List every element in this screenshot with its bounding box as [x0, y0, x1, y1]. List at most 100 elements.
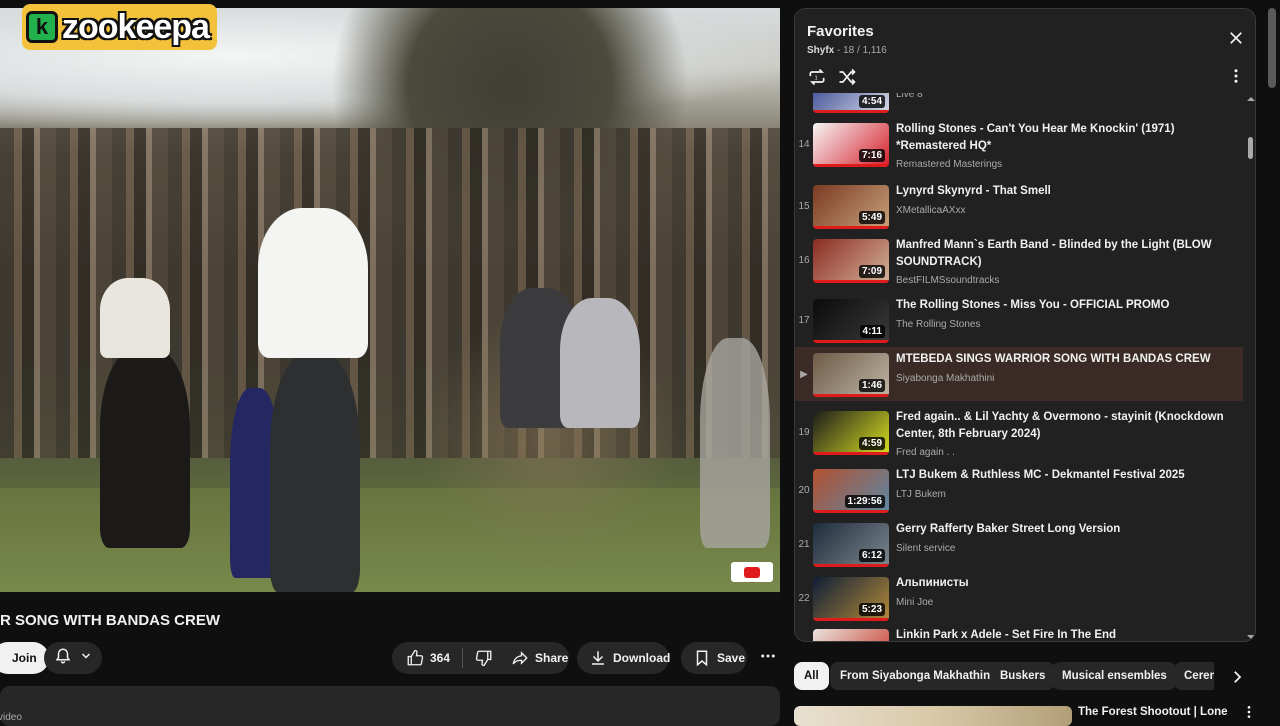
playlist-item[interactable]: 22 5:23 Альпинисты Mini Joe: [795, 571, 1243, 625]
repeat-icon: 1: [807, 68, 827, 91]
playlist-item[interactable]: 17 4:11 The Rolling Stones - Miss You - OF…: [795, 293, 1243, 347]
playlist-item-title[interactable]: Rolling Stones - Can't You Hear Me Knock…: [896, 121, 1236, 155]
playlist-item[interactable]: 14 7:16 Rolling Stones - Can't You Hear Me…: [795, 117, 1243, 171]
playlist-item-thumbnail[interactable]: 4:11: [813, 299, 889, 343]
chip-all[interactable]: All: [794, 662, 829, 690]
playlist-item-channel[interactable]: Siyabonga Makhathini: [896, 373, 994, 384]
playlist-item-title[interactable]: Альпинисты: [896, 575, 1236, 592]
watched-progress-bar: [813, 280, 889, 283]
playlist-item-title[interactable]: Linkin Park x Adele - Set Fire In The En…: [896, 627, 1236, 641]
playlist-item-thumbnail[interactable]: 4:54: [813, 93, 889, 113]
playlist-item-channel[interactable]: XMetallicaAXxx: [896, 205, 965, 216]
duration-badge: 5:23: [858, 603, 885, 616]
playlist-item-thumbnail[interactable]: [813, 629, 889, 641]
share-button[interactable]: Share: [499, 642, 569, 674]
playlist-item-channel[interactable]: LTJ Bukem: [896, 489, 946, 500]
youtube-watermark-icon[interactable]: [731, 562, 773, 582]
download-icon: [589, 649, 607, 667]
video-progress-bar[interactable]: [0, 592, 780, 598]
dancer-figure: [100, 278, 170, 358]
chip[interactable]: Buskers: [990, 662, 1056, 690]
playlist-item-index: 19: [798, 427, 810, 438]
playlist-item[interactable]: 15 5:49 Lynyrd Skynyrd - That Smell XMetall…: [795, 179, 1243, 233]
playlist-item-index: 15: [798, 201, 810, 212]
playlist-item-channel[interactable]: The Rolling Stones: [896, 319, 981, 330]
playlist-item-title[interactable]: Fred again.. & Lil Yachty & Overmono - s…: [896, 409, 1236, 443]
playlist-item-index: 21: [798, 539, 810, 550]
playlist-item[interactable]: 4:54 Live 8: [795, 93, 1243, 117]
playlist-item[interactable]: 21 6:12 Gerry Rafferty Baker Street Long V…: [795, 517, 1243, 571]
chevron-right-icon: [1230, 671, 1244, 690]
page-scrollbar-thumb[interactable]: [1268, 8, 1276, 88]
playlist-item-channel[interactable]: BestFILMSsoundtracks: [896, 275, 999, 286]
logo-k-icon: k: [26, 11, 58, 43]
chip[interactable]: Ceremonies: [1174, 662, 1214, 690]
playlist-item[interactable]: 19 4:59 Fred again.. & Lil Yachty & Overmo…: [795, 405, 1243, 459]
save-label: Save: [717, 651, 746, 665]
close-playlist-button[interactable]: [1227, 29, 1245, 47]
playlist-item-title[interactable]: Lynyrd Skynyrd - That Smell: [896, 183, 1236, 200]
playlist-item-thumbnail[interactable]: 1:46: [813, 353, 889, 397]
shuffle-button[interactable]: [837, 67, 857, 92]
playlist-item-current[interactable]: ▶ 1:46 MTEBEDA SINGS WARRIOR SONG WITH BAN…: [795, 347, 1243, 401]
join-button[interactable]: Join: [0, 642, 49, 674]
close-icon: [1227, 32, 1245, 51]
download-button[interactable]: Download: [577, 642, 670, 674]
chips-next-button[interactable]: [1230, 668, 1244, 691]
playlist-item-index: 17: [798, 315, 810, 326]
video-player[interactable]: [0, 8, 780, 598]
share-arrow-icon: [511, 649, 529, 667]
logo-text: zookeepa: [62, 7, 210, 46]
playlist-menu-button[interactable]: [1229, 67, 1243, 90]
playlist-item-thumbnail[interactable]: 7:09: [813, 239, 889, 283]
playlist-item-channel[interactable]: Live 8: [896, 93, 923, 100]
dancer-figure: [560, 298, 640, 428]
save-button[interactable]: Save: [681, 642, 747, 674]
playlist-item-thumbnail[interactable]: 5:23: [813, 577, 889, 621]
playlist-item-title[interactable]: The Rolling Stones - Miss You - OFFICIAL…: [896, 297, 1236, 314]
playlist-item-index: 20: [798, 485, 810, 496]
playlist-scrollbar[interactable]: [1246, 93, 1255, 641]
chip[interactable]: Musical ensembles: [1052, 662, 1177, 690]
duration-badge: 7:09: [858, 265, 885, 278]
description-snippet: video: [0, 712, 22, 723]
playlist-title[interactable]: Favorites: [807, 23, 874, 40]
playlist-item-index: 22: [798, 593, 810, 604]
watched-progress-bar: [813, 452, 889, 455]
playlist-item-channel[interactable]: Silent service: [896, 543, 955, 554]
watched-progress-bar: [813, 618, 889, 621]
chip[interactable]: From Siyabonga Makhathini: [830, 662, 1004, 690]
playlist-item[interactable]: 23Linkin Park x Adele - Set Fire In The …: [795, 623, 1243, 641]
playlist-item-title[interactable]: Gerry Rafferty Baker Street Long Version: [896, 521, 1236, 538]
playlist-item-thumbnail[interactable]: 5:49: [813, 185, 889, 229]
up-next-title[interactable]: The Forest Shootout | Lone: [1078, 706, 1228, 718]
description-box[interactable]: video: [0, 686, 780, 726]
playlist-item[interactable]: 16 7:09 Manfred Mann`s Earth Band - Blinde…: [795, 233, 1243, 287]
related-chips: All From Siyabonga Makhathini Buskers Music…: [794, 662, 1214, 690]
more-actions-button[interactable]: [754, 642, 782, 674]
playlist-item-thumbnail[interactable]: 1:29:56: [813, 469, 889, 513]
playlist-item-title[interactable]: MTEBEDA SINGS WARRIOR SONG WITH BANDAS C…: [896, 351, 1236, 368]
duration-badge: 4:11: [859, 325, 885, 338]
playlist-owner[interactable]: Shyfx: [807, 45, 834, 56]
notifications-button[interactable]: [44, 642, 102, 674]
playlist-scrollbar-thumb[interactable]: [1248, 137, 1253, 159]
like-button[interactable]: 364: [392, 648, 464, 668]
more-horizontal-icon: [759, 647, 777, 670]
playlist-item-channel[interactable]: Mini Joe: [896, 597, 933, 608]
playlist-item-channel[interactable]: Remastered Masterings: [896, 159, 1002, 170]
up-next-thumbnail[interactable]: [794, 706, 1072, 726]
up-next-menu-button[interactable]: [1244, 704, 1254, 725]
playlist-item-title[interactable]: Manfred Mann`s Earth Band - Blinded by t…: [896, 237, 1236, 271]
dancer-figure: [258, 208, 368, 358]
playlist-header: Favorites Shyfx - 18 / 1,116 1: [795, 9, 1255, 93]
playlist-item-thumbnail[interactable]: 6:12: [813, 523, 889, 567]
playlist-item[interactable]: 20 1:29:56 LTJ Bukem & Ruthless MC - Dekma…: [795, 463, 1243, 517]
playlist-item-thumbnail[interactable]: 4:59: [813, 411, 889, 455]
watched-progress-bar: [813, 226, 889, 229]
loop-button[interactable]: 1: [807, 67, 827, 92]
share-label: Share: [535, 651, 569, 665]
playlist-item-channel[interactable]: Fred again . .: [896, 447, 955, 458]
playlist-item-thumbnail[interactable]: 7:16: [813, 123, 889, 167]
playlist-item-title[interactable]: LTJ Bukem & Ruthless MC - Dekmantel Fest…: [896, 467, 1236, 484]
